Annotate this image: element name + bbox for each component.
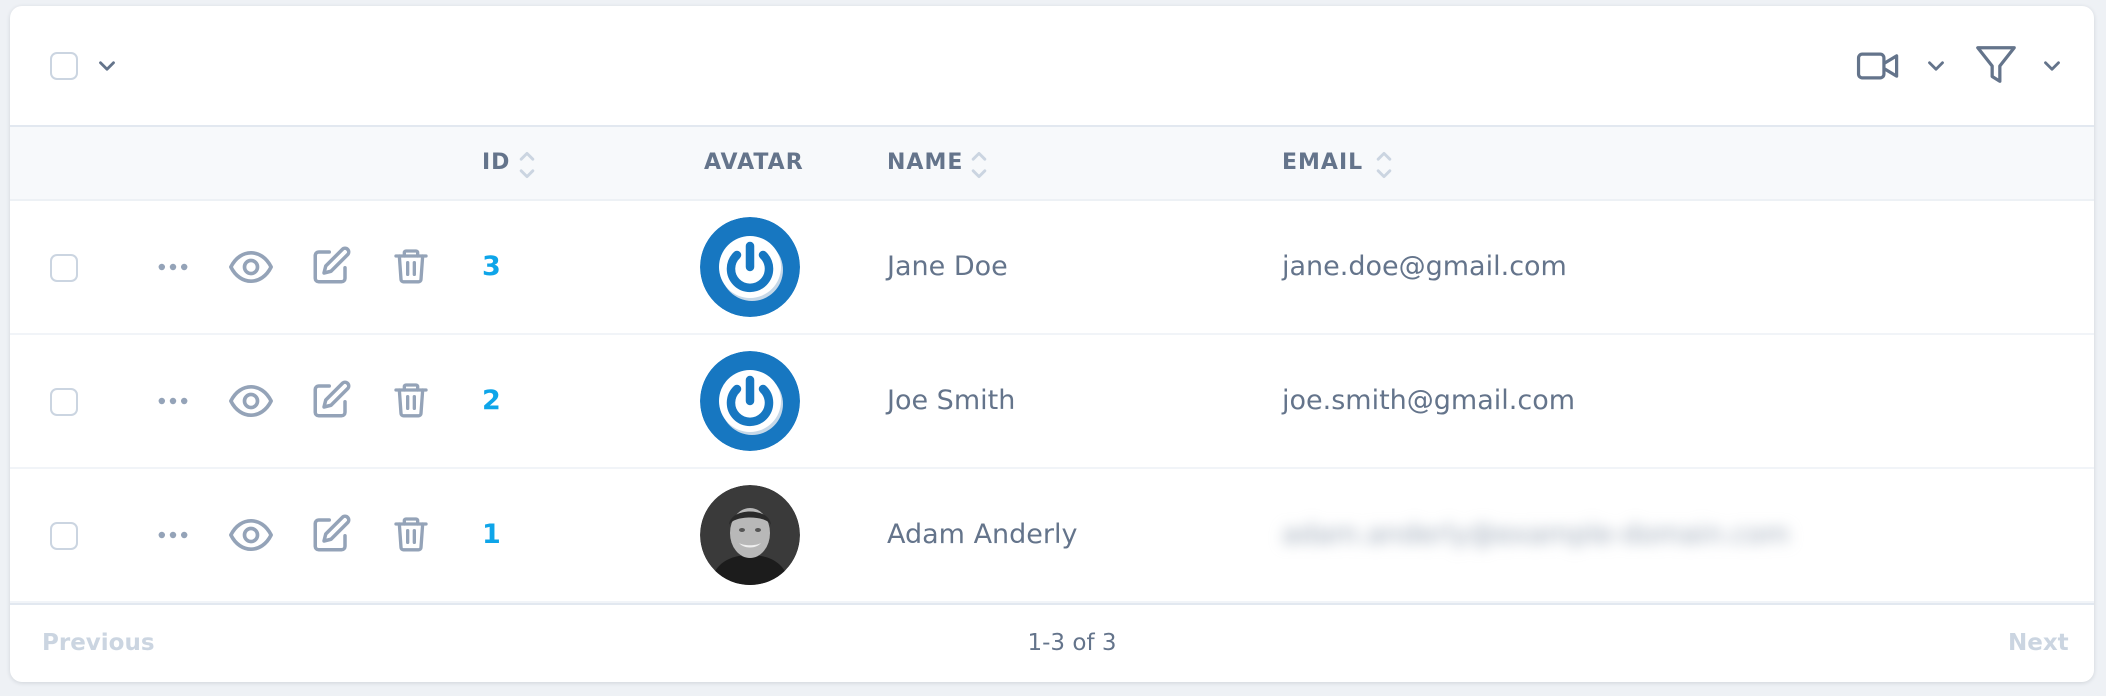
edit-icon[interactable]	[310, 379, 352, 421]
avatar	[700, 217, 800, 317]
column-header-name[interactable]: NAME	[887, 127, 963, 199]
pagination-range: 1-3 of 3	[1027, 630, 1117, 656]
sort-icon[interactable]	[970, 149, 988, 181]
column-header-id[interactable]: ID	[482, 127, 510, 199]
video-icon[interactable]	[1856, 48, 1900, 84]
table-row[interactable]: 1 Adam Anderly adam.anderly@example-doma…	[10, 469, 2094, 603]
chevron-down-icon[interactable]	[2039, 53, 2065, 79]
pagination: Previous 1-3 of 3 Next	[10, 603, 2094, 682]
filter-icon[interactable]	[1973, 42, 2019, 88]
row-id-link[interactable]: 1	[482, 469, 501, 601]
row-email-blurred: adam.anderly@example-domain.com	[1282, 519, 1790, 550]
avatar	[700, 351, 800, 451]
row-id-link[interactable]: 3	[482, 201, 501, 333]
row-name: Adam Anderly	[887, 519, 1078, 550]
chevron-down-icon[interactable]	[94, 53, 120, 79]
sort-icon[interactable]	[1375, 149, 1393, 181]
more-icon[interactable]	[156, 387, 190, 415]
row-name: Joe Smith	[887, 385, 1016, 416]
edit-icon[interactable]	[310, 245, 352, 287]
table-row[interactable]: 3 Jane Doe jane.doe@gmail.com	[10, 201, 2094, 335]
next-button[interactable]: Next	[2008, 605, 2069, 682]
chevron-down-icon[interactable]	[1923, 53, 1949, 79]
more-icon[interactable]	[156, 521, 190, 549]
table-header: ID AVATAR NAME EMAIL	[10, 127, 2094, 201]
trash-icon[interactable]	[391, 513, 431, 555]
row-email: jane.doe@gmail.com	[1282, 251, 1567, 282]
sort-icon[interactable]	[518, 149, 536, 181]
trash-icon[interactable]	[391, 379, 431, 421]
table-toolbar	[10, 6, 2094, 127]
more-icon[interactable]	[156, 253, 190, 281]
row-id-link[interactable]: 2	[482, 335, 501, 467]
eye-icon[interactable]	[228, 381, 274, 421]
eye-icon[interactable]	[228, 515, 274, 555]
row-name: Jane Doe	[887, 251, 1008, 282]
row-email: joe.smith@gmail.com	[1282, 385, 1576, 416]
edit-icon[interactable]	[310, 513, 352, 555]
table-row[interactable]: 2 Joe Smith joe.smith@gmail.com	[10, 335, 2094, 469]
row-checkbox[interactable]	[50, 522, 78, 550]
select-all-checkbox[interactable]	[50, 52, 78, 80]
eye-icon[interactable]	[228, 247, 274, 287]
trash-icon[interactable]	[391, 245, 431, 287]
row-checkbox[interactable]	[50, 388, 78, 416]
column-header-email[interactable]: EMAIL	[1282, 127, 1363, 199]
resource-table-card: ID AVATAR NAME EMAIL 3 Jane Doe jane.doe…	[10, 6, 2094, 682]
row-checkbox[interactable]	[50, 254, 78, 282]
column-header-avatar: AVATAR	[704, 150, 804, 175]
avatar-photo	[700, 485, 800, 585]
